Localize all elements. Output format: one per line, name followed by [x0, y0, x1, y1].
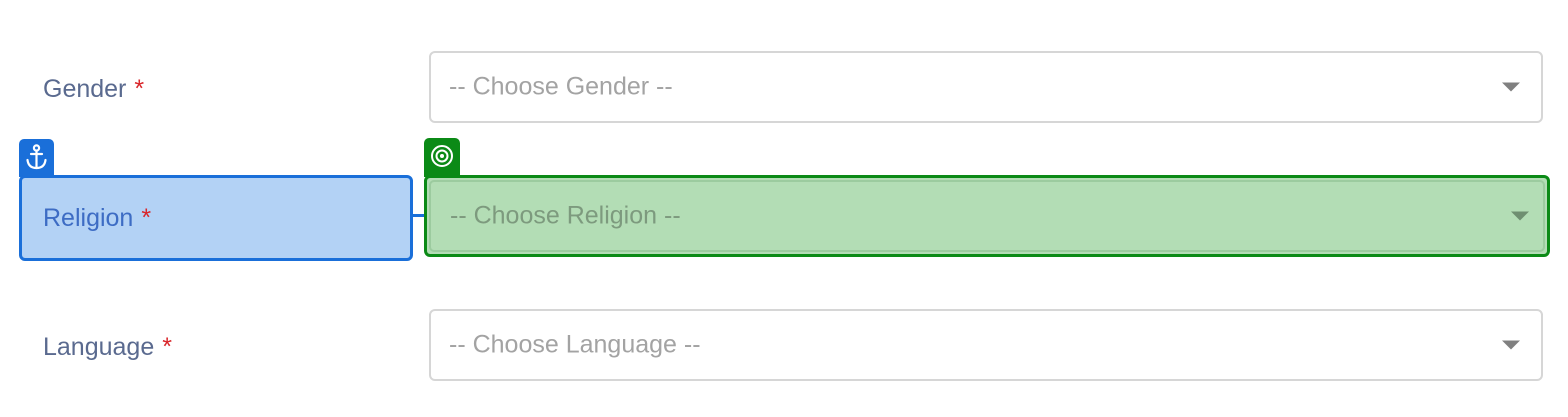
religion-label-text: Religion	[43, 204, 134, 232]
religion-placeholder: -- Choose Religion --	[450, 201, 681, 230]
required-asterisk: *	[162, 333, 172, 361]
language-select[interactable]: -- Choose Language --	[429, 309, 1543, 381]
gender-placeholder: -- Choose Gender --	[449, 72, 673, 101]
required-asterisk: *	[134, 75, 145, 103]
language-placeholder: -- Choose Language --	[449, 330, 701, 359]
anchor-badge	[19, 139, 54, 177]
target-badge	[424, 138, 460, 177]
language-label-text: Language	[43, 333, 155, 361]
language-label: Language *	[43, 332, 172, 362]
chevron-down-icon	[1511, 211, 1529, 221]
religion-select[interactable]: -- Choose Religion --	[424, 175, 1550, 257]
required-asterisk: *	[141, 204, 152, 232]
religion-label: Religion *	[43, 203, 151, 233]
gender-select[interactable]: -- Choose Gender --	[429, 51, 1543, 123]
target-icon	[431, 145, 453, 167]
gender-label-text: Gender	[43, 75, 127, 103]
anchor-icon	[26, 144, 47, 170]
chevron-down-icon	[1502, 82, 1520, 92]
gender-label: Gender *	[43, 74, 144, 104]
chevron-down-icon	[1502, 340, 1520, 350]
